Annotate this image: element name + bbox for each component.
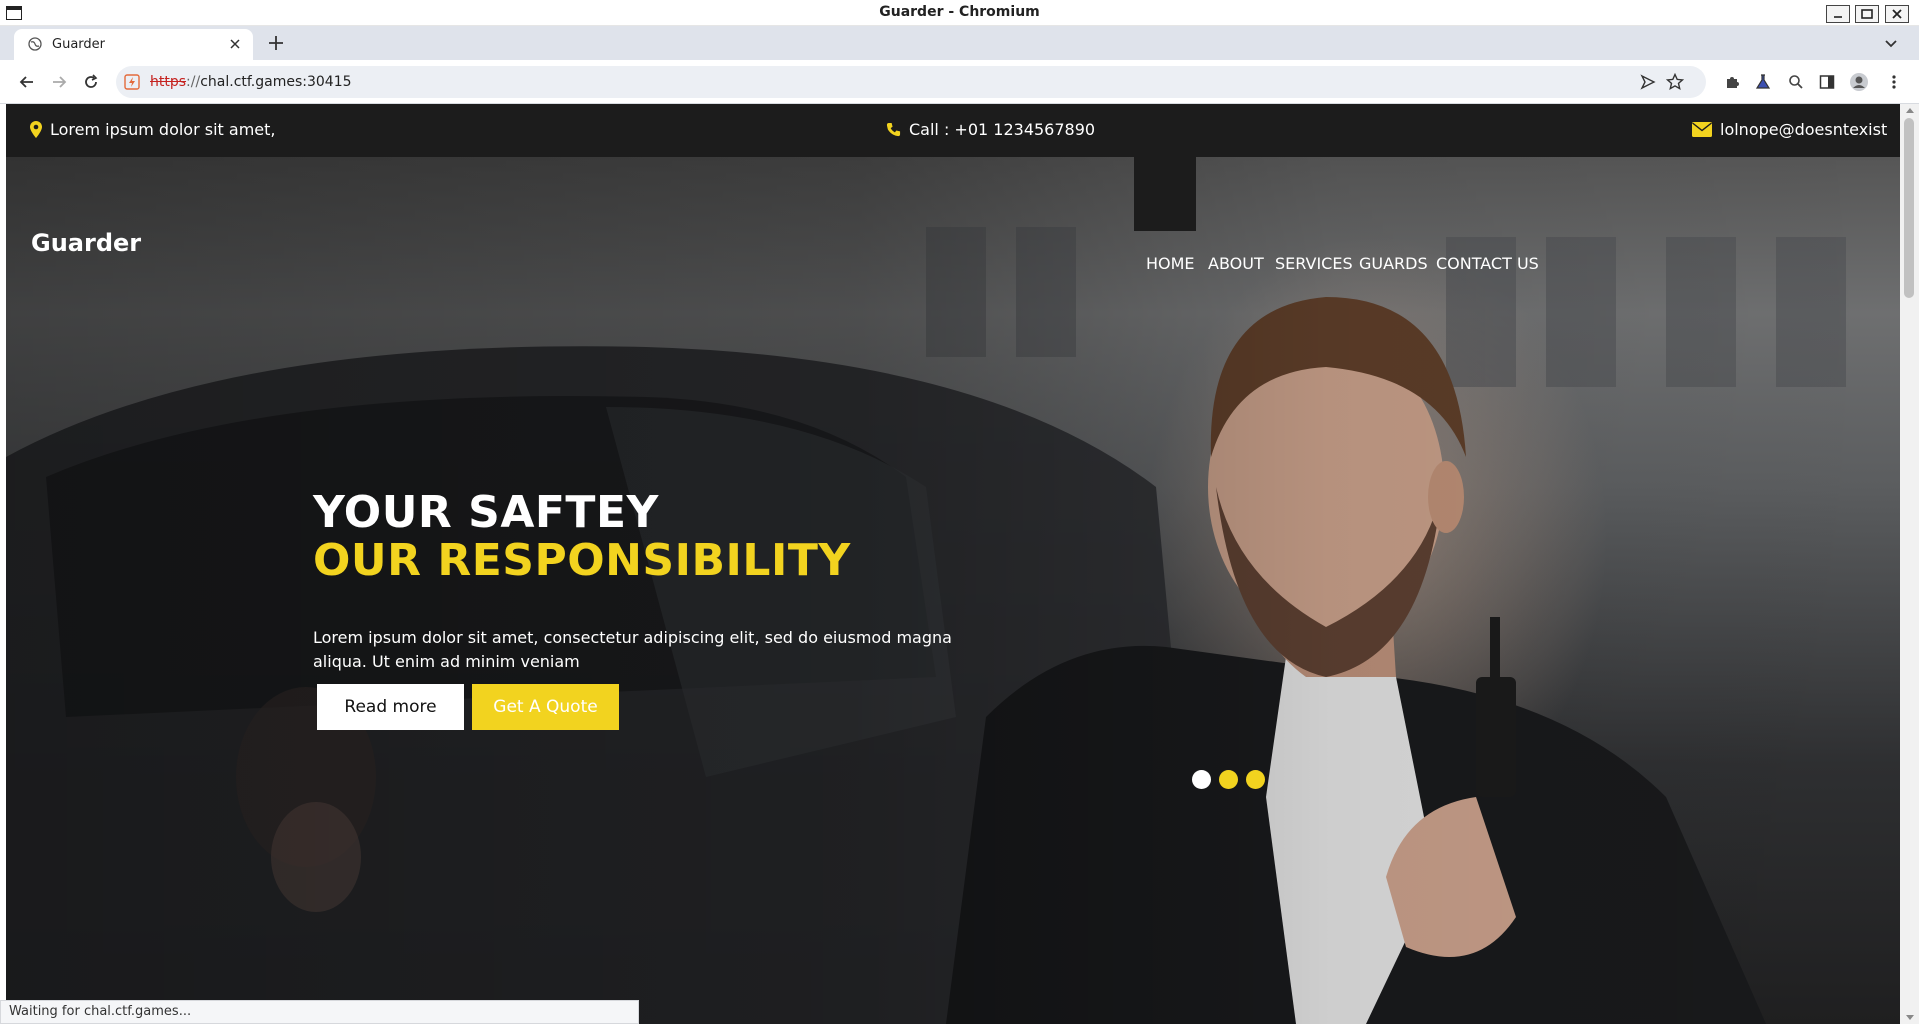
scroll-thumb[interactable] — [1904, 118, 1914, 298]
email-text: lolnope@doesntexist — [1720, 120, 1888, 139]
nav-active-highlight — [1134, 157, 1196, 231]
magnifier-icon — [1789, 75, 1803, 89]
minimize-button[interactable] — [1826, 5, 1850, 23]
tab-guarder[interactable]: Guarder — [14, 29, 253, 60]
nav-about[interactable]: ABOUT — [1208, 254, 1264, 273]
new-tab-icon[interactable] — [266, 33, 286, 53]
maximize-icon — [1861, 9, 1873, 19]
back-button[interactable] — [16, 71, 38, 93]
get-a-quote-button[interactable]: Get A Quote — [472, 684, 619, 730]
envelope-icon — [1692, 122, 1712, 137]
close-icon — [1892, 9, 1902, 19]
email-info: lolnope@doesntexist — [1692, 120, 1887, 139]
side-panel-button[interactable] — [1816, 71, 1838, 93]
site-logo[interactable]: Guarder — [31, 229, 141, 257]
top-info-bar: Lorem ipsum dolor sit amet, Call : +01 1… — [6, 104, 1900, 157]
reload-button[interactable] — [80, 71, 102, 93]
address-info: Lorem ipsum dolor sit amet, — [30, 120, 276, 139]
maximize-button[interactable] — [1855, 5, 1879, 23]
slide-dot-2[interactable] — [1219, 770, 1238, 789]
minimize-icon — [1834, 16, 1842, 18]
nav-guards[interactable]: GUARDS — [1359, 254, 1428, 273]
arrow-left-icon — [19, 76, 33, 88]
status-bubble: Waiting for chal.ctf.games... — [0, 1000, 639, 1024]
globe-icon — [28, 37, 42, 51]
reload-icon — [85, 74, 98, 88]
slider-indicators — [1192, 770, 1265, 789]
hero-slider — [6, 157, 1900, 1024]
page-viewport: Lorem ipsum dolor sit amet, Call : +01 1… — [6, 104, 1900, 1024]
kebab-menu-icon — [1892, 75, 1896, 89]
hero-headline-line-2: OUR RESPONSIBILITY — [313, 535, 851, 586]
browser-toolbar: https://chal.ctf.games:30415 — [0, 60, 1919, 104]
address-text: Lorem ipsum dolor sit amet, — [50, 120, 276, 139]
hero-description-line-2: aliqua. Ut enim ad minim veniam — [313, 652, 580, 671]
nav-contact-us[interactable]: CONTACT US — [1436, 254, 1539, 273]
send-to-device-icon[interactable] — [1640, 74, 1656, 90]
hero-overlay — [6, 157, 1900, 1024]
window-title: Guarder - Chromium — [879, 4, 1040, 20]
bookmark-star-icon[interactable] — [1666, 73, 1684, 91]
slide-dot-1[interactable] — [1192, 770, 1211, 789]
avatar-icon — [1850, 73, 1868, 91]
arrow-right-icon — [53, 76, 67, 88]
hero-headline-line-1: YOUR SAFTEY — [313, 487, 659, 538]
phone-text: Call : +01 1234567890 — [909, 120, 1096, 139]
zoom-button[interactable] — [1785, 71, 1807, 93]
chevron-down-icon[interactable] — [1883, 35, 1899, 51]
map-marker-icon — [30, 121, 42, 138]
not-secure-icon[interactable] — [124, 74, 140, 90]
page-scrollbar[interactable] — [1900, 104, 1919, 1024]
url-text[interactable]: https://chal.ctf.games:30415 — [150, 74, 352, 90]
tab-close-icon[interactable] — [227, 36, 243, 52]
address-bar[interactable]: https://chal.ctf.games:30415 — [116, 66, 1706, 98]
tab-strip: Guarder — [0, 26, 1919, 60]
read-more-button[interactable]: Read more — [317, 684, 464, 730]
side-panel-icon — [1819, 75, 1835, 89]
hero-description-line-1: Lorem ipsum dolor sit amet, consectetur … — [313, 628, 952, 647]
scroll-down-arrow[interactable] — [1906, 1015, 1914, 1020]
phone-info: Call : +01 1234567890 — [886, 120, 1095, 139]
menu-button[interactable] — [1883, 71, 1905, 93]
labs-button[interactable] — [1752, 71, 1774, 93]
tab-label: Guarder — [52, 37, 105, 52]
scroll-up-arrow[interactable] — [1906, 108, 1914, 113]
extensions-button[interactable] — [1721, 71, 1743, 93]
flask-icon — [1755, 74, 1771, 89]
hero-headline: YOUR SAFTEY OUR RESPONSIBILITY — [313, 489, 851, 585]
nav-services[interactable]: SERVICES — [1275, 254, 1353, 273]
close-window-button[interactable] — [1885, 5, 1909, 23]
window-titlebar: Guarder - Chromium — [0, 0, 1919, 26]
slide-dot-3[interactable] — [1246, 770, 1265, 789]
nav-home[interactable]: HOME — [1146, 254, 1195, 273]
hero-description: Lorem ipsum dolor sit amet, consectetur … — [313, 626, 973, 674]
forward-button[interactable] — [48, 71, 70, 93]
profile-button[interactable] — [1848, 71, 1870, 93]
puzzle-icon — [1727, 77, 1739, 88]
phone-icon — [886, 122, 901, 137]
